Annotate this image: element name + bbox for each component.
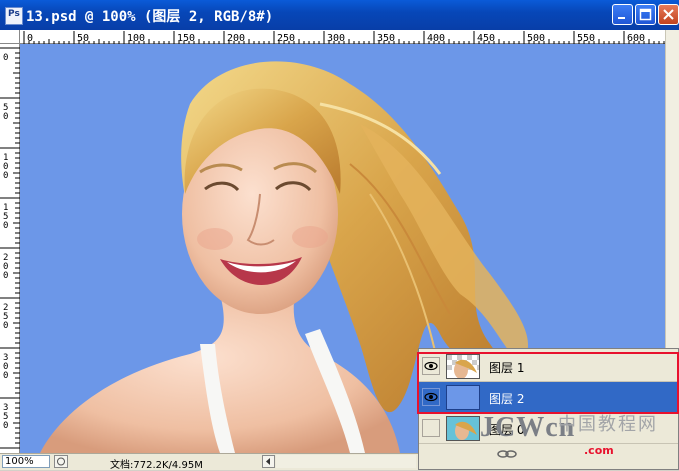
- scroll-left-button[interactable]: [262, 455, 275, 468]
- ruler-label: 0: [3, 53, 8, 63]
- link-layers-icon[interactable]: [497, 448, 517, 460]
- layers-panel: 图层 1 图层 2 图层 0: [418, 348, 679, 470]
- status-menu-button[interactable]: [54, 455, 68, 468]
- ruler-label: 0: [3, 421, 8, 431]
- ruler-label: 0: [3, 171, 8, 181]
- layer-row-2[interactable]: 图层 2: [419, 382, 678, 413]
- vertical-ruler-ticks: 050100150200250300350: [0, 47, 20, 449]
- minimize-icon: [618, 17, 625, 19]
- ruler-label: 0: [3, 271, 8, 281]
- ruler-label: 400: [427, 33, 445, 44]
- visibility-toggle[interactable]: [422, 357, 440, 375]
- horizontal-ruler-ticks: 0 50 100 150 200 250 300 350 400 450 500 550 600: [23, 31, 665, 45]
- horizontal-scrollbar[interactable]: [276, 455, 416, 468]
- eye-icon: [424, 392, 438, 402]
- ruler-origin[interactable]: [0, 30, 20, 44]
- layer-thumbnail: [446, 416, 480, 441]
- watermark-url: .com: [584, 444, 614, 457]
- layers-footer: [419, 442, 678, 469]
- layer-name[interactable]: 图层 1: [489, 359, 524, 376]
- window-title: 13.psd @ 100% (图层 2, RGB/8#): [26, 9, 274, 25]
- ruler-label: 500: [527, 33, 545, 44]
- layer-row-1[interactable]: 图层 1: [419, 351, 678, 382]
- minimize-button[interactable]: [612, 4, 633, 25]
- arrow-left-icon: [266, 458, 270, 465]
- ruler-label: 450: [477, 33, 495, 44]
- status-icon: [57, 457, 65, 466]
- horizontal-ruler[interactable]: 0 50 100 150 200 250 300 350 400 450 500 550 600: [20, 30, 665, 45]
- close-button[interactable]: [658, 4, 679, 25]
- photoshop-document-icon: Ps: [5, 7, 23, 25]
- ruler-label: 200: [227, 33, 245, 44]
- eye-icon: [424, 361, 438, 371]
- layer-thumbnail: [446, 385, 480, 410]
- visibility-toggle[interactable]: [422, 388, 440, 406]
- ruler-label: 0: [3, 221, 8, 231]
- ruler-label: 150: [177, 33, 195, 44]
- zoom-field[interactable]: 100%: [2, 455, 50, 468]
- visibility-toggle[interactable]: [422, 419, 440, 437]
- watermark: JCWcn 中国教程网 .com: [480, 412, 656, 457]
- watermark-chinese: 中国教程网: [558, 414, 658, 435]
- layer-name[interactable]: 图层 2: [489, 390, 524, 407]
- close-icon: [663, 9, 674, 20]
- maximize-icon: [639, 8, 652, 21]
- ruler-label: 350: [377, 33, 395, 44]
- ruler-label: 0: [27, 33, 33, 44]
- vertical-ruler[interactable]: 050100150200250300350: [0, 44, 20, 453]
- ruler-label: 100: [127, 33, 145, 44]
- maximize-button[interactable]: [635, 4, 656, 25]
- ruler-label: 550: [577, 33, 595, 44]
- ruler-label: 0: [3, 112, 8, 122]
- ruler-label: 300: [327, 33, 345, 44]
- ruler-label: 600: [627, 33, 645, 44]
- ruler-label: 0: [3, 321, 8, 331]
- window-titlebar[interactable]: Ps 13.psd @ 100% (图层 2, RGB/8#): [0, 0, 679, 30]
- layer-thumbnail: [446, 354, 480, 379]
- ruler-label: 50: [77, 33, 89, 44]
- document-size: 文档:772.2K/4.95M: [110, 460, 203, 471]
- ruler-label: 250: [277, 33, 295, 44]
- ruler-label: 0: [3, 371, 8, 381]
